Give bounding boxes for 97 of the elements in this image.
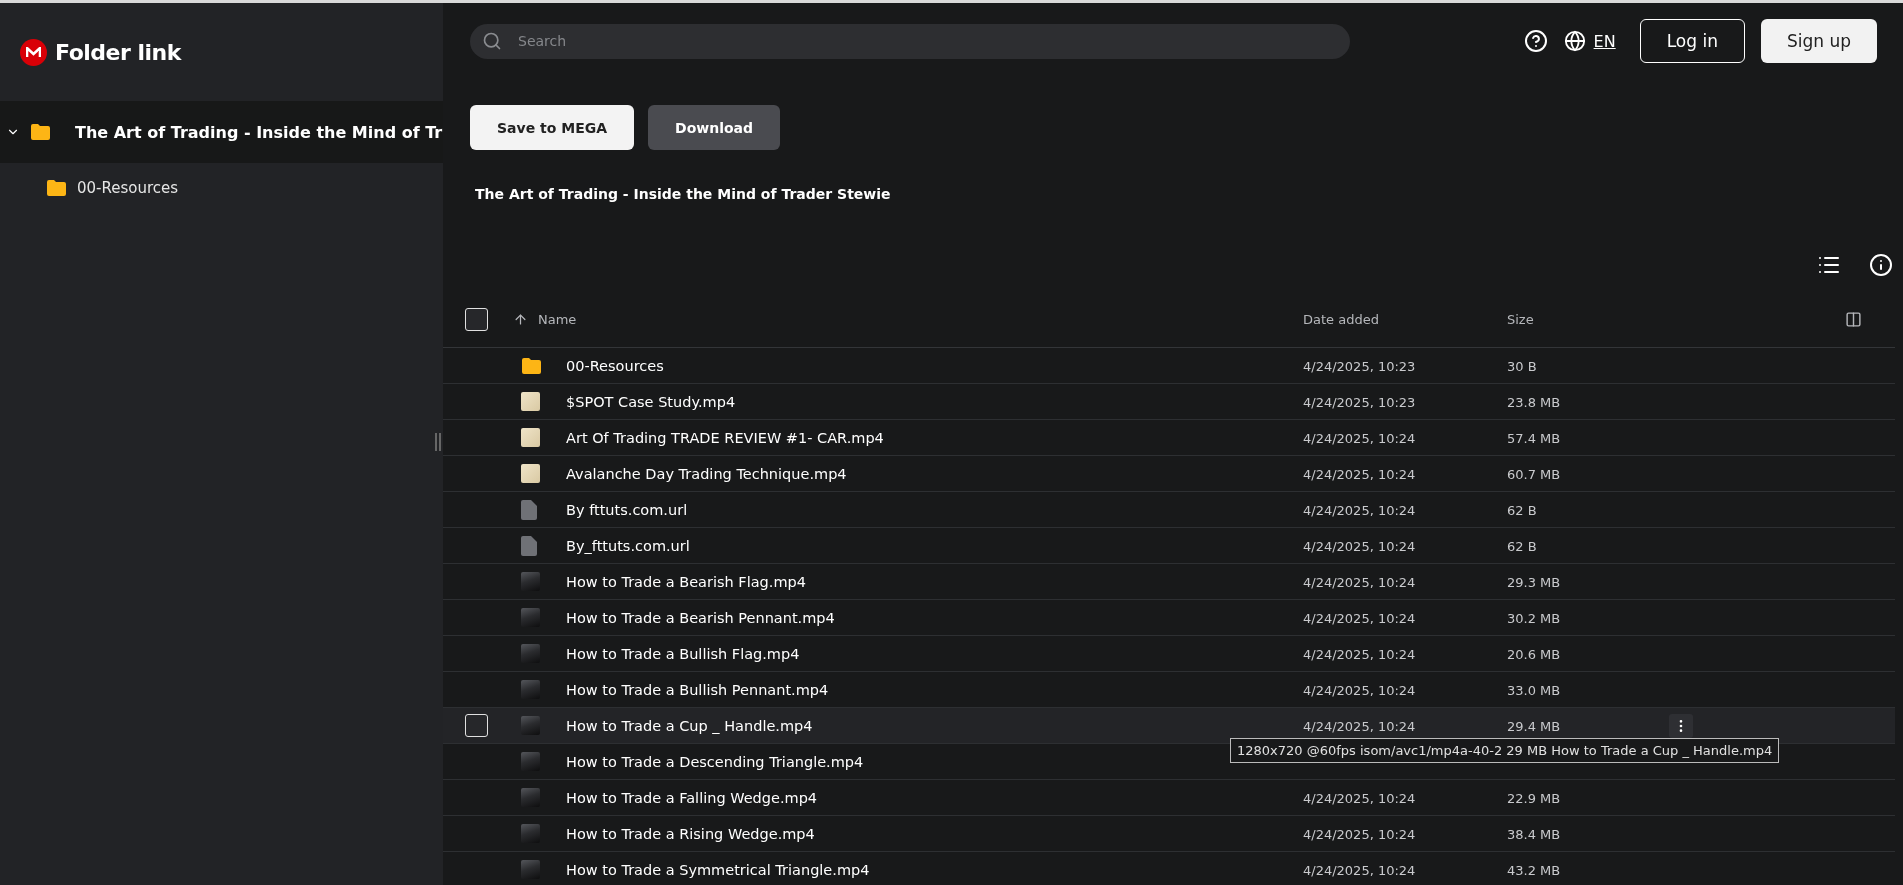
date-cell: 4/24/2025, 10:24 xyxy=(1303,791,1416,806)
folder-title: The Art of Trading - Inside the Mind of Trader Stewie xyxy=(474,185,892,204)
file-name: By_fttuts.com.url xyxy=(566,537,690,554)
folder-icon xyxy=(30,123,51,141)
column-header[interactable]: Date added xyxy=(1303,312,1507,327)
size-cell: 60.7 MB xyxy=(1507,467,1561,482)
search-field[interactable]: Search xyxy=(470,23,1350,59)
download-button[interactable]: Download xyxy=(648,105,781,150)
size-cell: 33.0 MB xyxy=(1507,683,1561,698)
video-thumbnail xyxy=(521,572,540,591)
folder-icon xyxy=(521,356,542,375)
video-thumbnail xyxy=(521,392,540,411)
file-name: How to Trade a Symmetrical Triangle.mp4 xyxy=(566,861,870,878)
date-cell: 4/24/2025, 10:24 xyxy=(1303,827,1416,842)
video-thumbnail xyxy=(521,464,540,483)
file-name: How to Trade a Rising Wedge.mp4 xyxy=(566,825,815,842)
date-cell: 4/24/2025, 10:24 xyxy=(1303,611,1416,626)
date-cell: 4/24/2025, 10:24 xyxy=(1303,467,1416,482)
login-button[interactable]: Log in xyxy=(1639,19,1745,63)
file-row[interactable]: Avalanche Day Trading Technique.mp4 4/24/2025, 10:24 60.7 MB xyxy=(443,456,1895,492)
globe-icon[interactable] xyxy=(1563,30,1586,52)
column-header[interactable]: Size xyxy=(1507,312,1845,327)
file-icon xyxy=(521,535,537,556)
date-cell: 4/24/2025, 10:24 xyxy=(1303,539,1416,554)
file-row[interactable]: By fttuts.com.url 4/24/2025, 10:24 62 B xyxy=(443,492,1895,528)
signup-button[interactable]: Sign up xyxy=(1760,19,1877,63)
date-cell: 4/24/2025, 10:24 xyxy=(1303,503,1416,518)
help-icon[interactable] xyxy=(1523,29,1548,53)
select-all-checkbox[interactable] xyxy=(465,308,488,331)
columns-icon[interactable] xyxy=(1845,311,1862,328)
file-row[interactable]: How to Trade a Bearish Pennant.mp4 4/24/2025, 10:24 30.2 MB xyxy=(443,600,1895,636)
date-cell: 4/24/2025, 10:24 xyxy=(1303,683,1416,698)
video-thumbnail xyxy=(521,752,540,771)
resize-handle[interactable] xyxy=(435,433,441,451)
video-thumbnail xyxy=(521,860,540,879)
tree-label: 00-Resources xyxy=(77,179,179,197)
file-name: By fttuts.com.url xyxy=(566,501,688,518)
video-thumbnail xyxy=(521,644,540,663)
file-row[interactable]: How to Trade a Bullish Flag.mp4 4/24/2025, 10:24 20.6 MB xyxy=(443,636,1895,672)
date-cell: 4/24/2025, 10:24 xyxy=(1303,863,1416,878)
size-cell: 62 B xyxy=(1507,539,1537,554)
size-cell: 43.2 MB xyxy=(1507,863,1561,878)
date-cell: 4/24/2025, 10:24 xyxy=(1303,575,1416,590)
date-cell: 4/24/2025, 10:24 xyxy=(1303,647,1416,662)
file-name: How to Trade a Bullish Flag.mp4 xyxy=(566,645,800,662)
date-cell: 4/24/2025, 10:24 xyxy=(1303,719,1416,734)
tooltip: 1280x720 @60fps isom/avc1/mp4a-40-2 29 MB How to Trade a Cup _ Handle.mp4 xyxy=(1230,738,1780,763)
video-thumbnail xyxy=(521,788,540,807)
file-name: How to Trade a Bullish Pennant.mp4 xyxy=(566,681,829,698)
file-row[interactable]: How to Trade a Rising Wedge.mp4 4/24/2025, 10:24 38.4 MB xyxy=(443,816,1895,852)
video-thumbnail xyxy=(521,716,540,735)
video-thumbnail xyxy=(521,608,540,627)
size-cell: 62 B xyxy=(1507,503,1537,518)
file-row[interactable]: $SPOT Case Study.mp4 4/24/2025, 10:23 23.8 MB xyxy=(443,384,1895,420)
tree-item[interactable]: 00-Resources xyxy=(0,163,443,213)
file-name: How to Trade a Cup _ Handle.mp4 xyxy=(566,717,813,734)
more-options-button[interactable] xyxy=(1669,713,1693,738)
folder-icon xyxy=(46,179,67,197)
size-cell: 22.9 MB xyxy=(1507,791,1561,806)
tree-label: The Art of Trading - Inside the Mind of Tr xyxy=(75,122,443,142)
file-icon xyxy=(521,499,537,520)
file-name: 00-Resources xyxy=(566,357,664,374)
search-icon xyxy=(482,31,502,51)
logo-icon xyxy=(20,38,47,66)
size-cell: 38.4 MB xyxy=(1507,827,1561,842)
tree-item[interactable]: The Art of Trading - Inside the Mind of Tr xyxy=(0,101,443,163)
size-cell: 29.3 MB xyxy=(1507,575,1561,590)
brand-title: Folder link xyxy=(55,39,181,65)
file-name: How to Trade a Bearish Flag.mp4 xyxy=(566,573,806,590)
file-name: How to Trade a Falling Wedge.mp4 xyxy=(566,789,818,806)
file-row[interactable]: Art Of Trading TRADE REVIEW #1- CAR.mp4 4/24/2025, 10:24 57.4 MB xyxy=(443,420,1895,456)
size-cell: 30 B xyxy=(1507,359,1537,374)
video-thumbnail xyxy=(521,824,540,843)
video-thumbnail xyxy=(521,428,540,447)
date-cell: 4/24/2025, 10:24 xyxy=(1303,431,1416,446)
file-name: Avalanche Day Trading Technique.mp4 xyxy=(566,465,847,482)
size-cell: 20.6 MB xyxy=(1507,647,1561,662)
language-link[interactable]: EN xyxy=(1593,31,1616,51)
search-input[interactable]: Search xyxy=(516,32,1350,50)
video-thumbnail xyxy=(521,680,540,699)
file-name: How to Trade a Bearish Pennant.mp4 xyxy=(566,609,835,626)
file-name: Art Of Trading TRADE REVIEW #1- CAR.mp4 xyxy=(566,429,884,446)
size-cell: 57.4 MB xyxy=(1507,431,1561,446)
column-header[interactable]: Name xyxy=(538,312,577,327)
file-row[interactable]: How to Trade a Symmetrical Triangle.mp4 4/24/2025, 10:24 43.2 MB xyxy=(443,852,1895,885)
size-cell: 29.4 MB xyxy=(1507,719,1561,734)
file-row[interactable]: How to Trade a Falling Wedge.mp4 4/24/2025, 10:24 22.9 MB xyxy=(443,780,1895,816)
file-row[interactable]: By_fttuts.com.url 4/24/2025, 10:24 62 B xyxy=(443,528,1895,564)
date-cell: 4/24/2025, 10:23 xyxy=(1303,359,1416,374)
size-cell: 23.8 MB xyxy=(1507,395,1561,410)
file-row[interactable]: How to Trade a Bearish Flag.mp4 4/24/2025, 10:24 29.3 MB xyxy=(443,564,1895,600)
file-name: $SPOT Case Study.mp4 xyxy=(566,393,736,410)
file-row[interactable]: 00-Resources 4/24/2025, 10:23 30 B xyxy=(443,348,1895,384)
save-button[interactable]: Save to MEGA xyxy=(470,105,635,150)
row-checkbox[interactable] xyxy=(465,714,488,737)
date-cell: 4/24/2025, 10:23 xyxy=(1303,395,1416,410)
size-cell: 30.2 MB xyxy=(1507,611,1561,626)
